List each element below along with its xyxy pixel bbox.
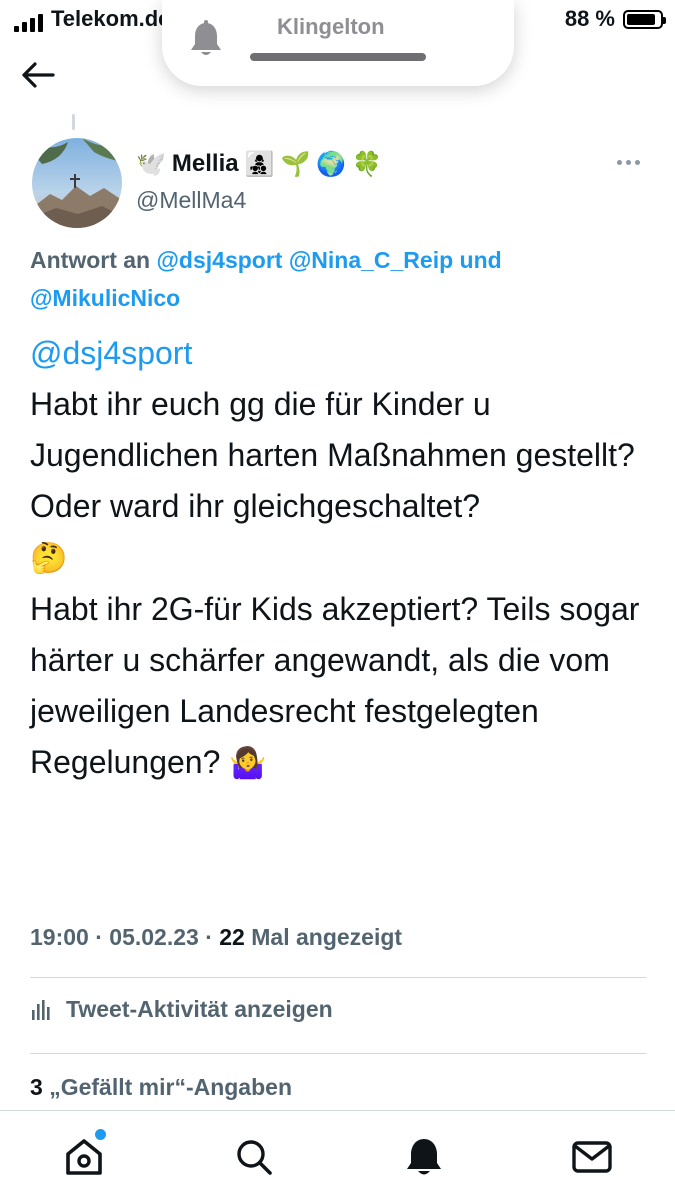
more-options-icon[interactable] bbox=[617, 160, 640, 165]
name-emoji-family: 👩‍👧‍👦 bbox=[244, 150, 275, 178]
notifications-icon bbox=[407, 1139, 441, 1175]
status-bar-left: Telekom.de bbox=[14, 6, 170, 32]
views-count: 22 bbox=[219, 924, 245, 950]
name-emoji-globe: 🌍 bbox=[316, 150, 347, 178]
battery-percent: 88 % bbox=[564, 6, 615, 31]
name-emoji-seedling: 🌱 bbox=[280, 150, 311, 178]
likes-label: „Gefällt mir“-Angaben bbox=[49, 1074, 292, 1100]
avatar[interactable] bbox=[32, 138, 122, 228]
bell-icon bbox=[191, 20, 221, 55]
tab-messages[interactable] bbox=[570, 1135, 614, 1179]
reply-mention-link[interactable]: @Nina_C_Reip bbox=[289, 247, 453, 273]
author-name: Mellia bbox=[171, 150, 239, 177]
tab-search[interactable] bbox=[232, 1135, 276, 1179]
divider bbox=[30, 977, 646, 978]
reply-to-line: Antwort an @dsj4sport @Nina_C_Reip und @… bbox=[30, 241, 630, 317]
status-bar-right: 88 % bbox=[564, 6, 666, 32]
carrier-name: Telekom.de bbox=[51, 6, 171, 31]
home-notification-dot bbox=[93, 1127, 108, 1142]
reply-mention-link[interactable]: @dsj4sport bbox=[157, 247, 283, 273]
tweet-paragraph: Habt ihr 2G-für Kids akzeptiert? Teils s… bbox=[30, 591, 649, 780]
shrug-emoji: 🤷‍♀️ bbox=[229, 746, 267, 781]
tab-notifications[interactable] bbox=[402, 1135, 446, 1179]
ringer-banner: Klingelton bbox=[162, 0, 514, 86]
ringer-label: Klingelton bbox=[277, 14, 385, 39]
thread-connector-line bbox=[72, 114, 75, 130]
tweet-activity-button[interactable]: Tweet-Aktivität anzeigen bbox=[30, 996, 333, 1023]
body-mention-link[interactable]: @dsj4sport bbox=[30, 335, 192, 371]
tweet-date[interactable]: 05.02.23 bbox=[109, 924, 199, 950]
likes-count: 3 bbox=[30, 1074, 43, 1100]
tweet-meta: 19:00 · 05.02.23 · 22 Mal angezeigt bbox=[30, 924, 402, 951]
reply-mention-link[interactable]: @MikulicNico bbox=[30, 285, 180, 311]
messages-icon bbox=[572, 1141, 612, 1173]
reply-conjunction[interactable]: und bbox=[460, 247, 502, 273]
meta-separator: · bbox=[95, 924, 103, 950]
tweet-text: @dsj4sport Habt ihr euch gg die für Kind… bbox=[30, 328, 650, 789]
ringer-volume-bar bbox=[250, 53, 426, 61]
name-emoji-clover: 🍀 bbox=[352, 150, 383, 178]
back-button[interactable] bbox=[20, 60, 56, 95]
bottom-tab-bar bbox=[0, 1110, 675, 1201]
author-handle[interactable]: @MellMa4 bbox=[136, 187, 246, 214]
reply-to-prefix: Antwort an bbox=[30, 247, 151, 273]
search-icon bbox=[237, 1140, 272, 1175]
tweet-activity-label: Tweet-Aktivität anzeigen bbox=[66, 996, 333, 1022]
thinking-face-emoji: 🤔 bbox=[30, 541, 68, 576]
meta-separator: · bbox=[205, 924, 213, 950]
battery-icon bbox=[623, 9, 666, 29]
analytics-icon bbox=[32, 999, 50, 1020]
author-name-row[interactable]: 🕊️ Mellia 👩‍👧‍👦 🌱 🌍 🍀 bbox=[136, 150, 382, 178]
back-arrow-icon bbox=[22, 62, 55, 88]
signal-icon bbox=[14, 14, 43, 32]
divider bbox=[30, 1053, 646, 1054]
avatar-image bbox=[32, 138, 122, 228]
name-emoji-dove: 🕊️ bbox=[136, 150, 166, 178]
likes-count-link[interactable]: 3 „Gefällt mir“-Angaben bbox=[30, 1074, 292, 1101]
tweet-time[interactable]: 19:00 bbox=[30, 924, 89, 950]
tweet-paragraph: Habt ihr euch gg die für Kinder u Jugend… bbox=[30, 386, 644, 524]
views-label: Mal angezeigt bbox=[251, 924, 403, 950]
